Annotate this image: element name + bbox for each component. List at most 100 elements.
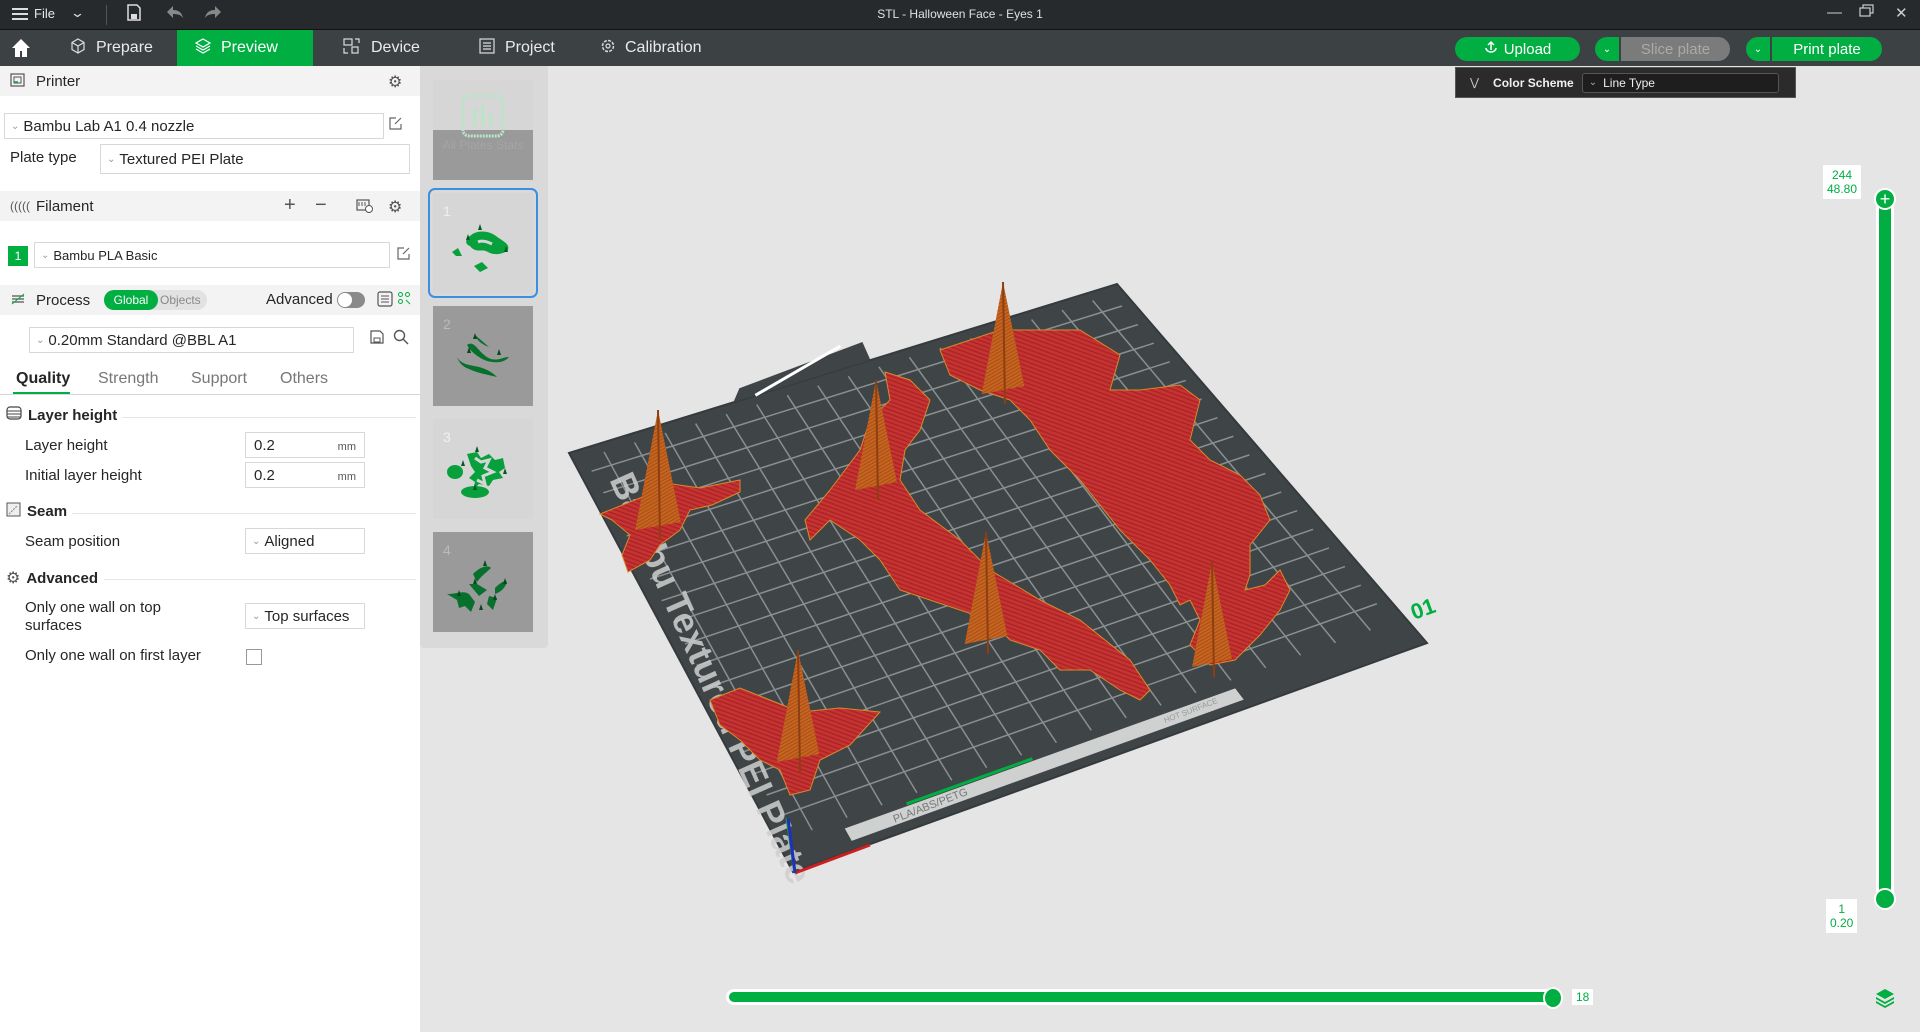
- layer-height-group-title: Layer height: [6, 406, 117, 424]
- project-icon: [479, 38, 495, 58]
- restore-icon[interactable]: [1859, 4, 1875, 22]
- plate-thumbnail[interactable]: 2: [433, 306, 533, 406]
- process-header: Process: [36, 291, 91, 309]
- move-slider-handle[interactable]: [1543, 987, 1563, 1009]
- plates-strip: All Plates Stats 1 2 3 4: [420, 66, 548, 648]
- layer-height-icon: [6, 406, 22, 424]
- upload-label: Upload: [1503, 40, 1552, 58]
- tab-calibration-label: Calibration: [625, 39, 702, 56]
- tab-others[interactable]: Others: [280, 370, 328, 388]
- plate-number: 3: [443, 429, 451, 445]
- layer-slider-top-handle[interactable]: +: [1874, 188, 1896, 210]
- list-icon[interactable]: [377, 291, 393, 312]
- edit-printer-icon[interactable]: [388, 116, 403, 135]
- device-icon: [343, 38, 361, 58]
- chevron-down-icon[interactable]: ⌄: [1746, 37, 1770, 61]
- seam-position-label: Seam position: [25, 533, 121, 550]
- edit-filament-icon[interactable]: [396, 246, 411, 266]
- layers-toggle-icon[interactable]: [1874, 988, 1896, 1013]
- one-wall-top-label: Only one wall on top surfaces: [25, 599, 161, 634]
- search-icon[interactable]: [393, 329, 409, 350]
- tab-quality[interactable]: Quality: [16, 370, 70, 388]
- tab-calibration[interactable]: Calibration: [583, 30, 733, 66]
- close-icon[interactable]: ✕: [1895, 4, 1908, 22]
- home-icon[interactable]: [10, 37, 32, 59]
- printer-section-header: Printer: [0, 66, 420, 96]
- calibration-icon: [601, 39, 615, 57]
- filament-select[interactable]: ⌄ Bambu PLA Basic: [34, 242, 390, 268]
- remove-filament-icon[interactable]: −: [315, 194, 327, 217]
- stats-icon: [461, 94, 505, 143]
- top-layer-number: 244: [1832, 168, 1853, 182]
- upload-icon: [1484, 40, 1498, 58]
- minimize-icon[interactable]: —: [1827, 4, 1842, 21]
- move-slider-track[interactable]: [726, 989, 1556, 1005]
- one-wall-first-layer-checkbox[interactable]: [246, 649, 262, 665]
- top-layer-height: 48.80: [1827, 182, 1858, 196]
- add-filament-icon[interactable]: +: [284, 194, 296, 217]
- chevron-down-icon: ⌄: [36, 334, 45, 346]
- plate-thumbnail[interactable]: 4: [433, 532, 533, 632]
- bottom-layer-number: 1: [1838, 902, 1846, 916]
- tab-strength[interactable]: Strength: [98, 370, 158, 388]
- plate-preview-icon: [447, 560, 507, 612]
- layer-height-input[interactable]: 0.2 mm: [245, 432, 365, 458]
- cube-icon: [70, 38, 86, 58]
- group-divider: [122, 417, 416, 418]
- slice-plate-button[interactable]: ⌄ Slice plate: [1595, 37, 1730, 61]
- filament-color-swatch[interactable]: 1: [8, 246, 28, 266]
- initial-layer-height-unit: mm: [337, 471, 356, 483]
- 3d-viewport[interactable]: Bambu Textured PEI Plate PLA/ABS/PETGHOT…: [548, 66, 1920, 1032]
- seam-position-value: Aligned: [264, 532, 315, 550]
- printer-settings-gear-icon[interactable]: ⚙: [388, 72, 402, 92]
- save-preset-icon[interactable]: [370, 330, 384, 349]
- one-wall-top-select[interactable]: ⌄ Top surfaces: [245, 603, 365, 629]
- tab-device[interactable]: Device: [325, 30, 455, 66]
- plate-number-label: 01: [1407, 593, 1439, 625]
- scope-toggle[interactable]: Global Objects: [104, 290, 207, 310]
- chevron-down-icon: ⌄: [252, 535, 261, 547]
- plate-preview-icon: [452, 224, 509, 272]
- all-plates-stats-label: All Plates Stats: [442, 138, 524, 152]
- filament-icon: (((((: [10, 199, 30, 213]
- scope-global[interactable]: Global: [104, 290, 158, 310]
- advanced-group-label: Advanced: [26, 569, 99, 587]
- advanced-group-title: ⚙ Advanced: [6, 568, 98, 588]
- advanced-toggle[interactable]: [337, 292, 365, 308]
- plate-thumbnail[interactable]: 1: [428, 188, 538, 298]
- tab-preview[interactable]: Preview: [177, 30, 313, 66]
- all-plates-stats-button[interactable]: All Plates Stats: [433, 80, 533, 180]
- tab-prepare[interactable]: Prepare: [52, 30, 177, 66]
- layer-slider-bottom-handle[interactable]: [1874, 888, 1896, 910]
- plate-thumbnail[interactable]: 3: [433, 419, 533, 519]
- plate-type-select[interactable]: ⌄ Textured PEI Plate: [100, 144, 410, 174]
- tab-support[interactable]: Support: [191, 370, 247, 388]
- print-plate-label: Print plate: [1772, 37, 1882, 61]
- process-preset-select[interactable]: ⌄ 0.20mm Standard @BBL A1: [29, 327, 354, 353]
- printer-icon: [10, 72, 26, 91]
- chevron-down-icon[interactable]: ⌄: [1595, 37, 1619, 61]
- main-tab-bar: Prepare Preview Device Project Calibrati…: [0, 30, 1920, 66]
- bottom-layer-height: 0.20: [1830, 916, 1854, 930]
- scope-objects[interactable]: Objects: [160, 290, 201, 310]
- compare-icon[interactable]: [397, 291, 411, 310]
- tab-project[interactable]: Project: [461, 30, 591, 66]
- filament-sync-icon[interactable]: [356, 198, 373, 219]
- tabs-divider: [0, 394, 420, 395]
- seam-position-select[interactable]: ⌄ Aligned: [245, 528, 365, 554]
- layers-icon: [194, 38, 212, 58]
- layer-height-label: Layer height: [25, 437, 108, 454]
- filament-settings-gear-icon[interactable]: ⚙: [388, 197, 402, 217]
- plate-type-value: Textured PEI Plate: [119, 150, 244, 168]
- group-divider: [104, 579, 416, 580]
- advanced-label: Advanced: [266, 291, 333, 308]
- print-plate-button[interactable]: ⌄ Print plate: [1746, 37, 1882, 61]
- plate-preview-icon: [447, 446, 507, 498]
- printer-select[interactable]: ⌄ Bambu Lab A1 0.4 nozzle: [4, 113, 384, 139]
- initial-layer-height-input[interactable]: 0.2 mm: [245, 462, 365, 488]
- plate-type-label: Plate type: [10, 149, 77, 166]
- process-preset-value: 0.20mm Standard @BBL A1: [48, 331, 237, 349]
- upload-button[interactable]: Upload: [1455, 37, 1580, 61]
- layer-slider-track[interactable]: [1876, 196, 1894, 900]
- printer-header: Printer: [36, 72, 81, 90]
